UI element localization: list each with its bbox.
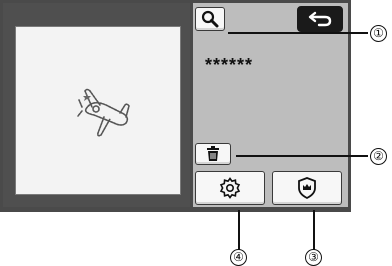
premium-button[interactable] xyxy=(272,171,342,205)
settings-button[interactable] xyxy=(195,171,265,205)
callout-line-1 xyxy=(228,32,368,34)
back-button[interactable] xyxy=(297,6,343,32)
trash-icon xyxy=(207,146,219,161)
callout-number: ② xyxy=(370,148,387,165)
search-icon xyxy=(201,10,219,28)
search-button[interactable] xyxy=(195,7,225,31)
callout-number: ① xyxy=(370,25,387,42)
pattern-preview xyxy=(15,26,181,195)
return-arrow-icon xyxy=(308,11,332,27)
callout-line-2 xyxy=(236,155,368,157)
delete-button[interactable] xyxy=(195,143,231,165)
callout-number: ③ xyxy=(305,249,322,266)
callout-line-4 xyxy=(238,210,240,250)
masked-value: ****** xyxy=(205,55,254,75)
callout-line-3 xyxy=(313,210,315,250)
airplane-pattern-icon xyxy=(77,88,130,137)
preview-panel xyxy=(3,3,190,207)
callout-number: ④ xyxy=(230,249,247,266)
shield-crown-icon xyxy=(298,177,316,199)
gear-icon xyxy=(219,177,241,199)
